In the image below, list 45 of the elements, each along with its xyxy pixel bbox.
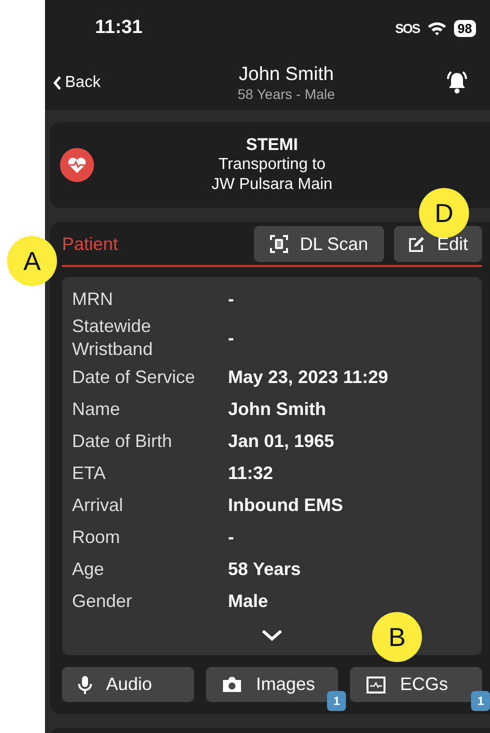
section-heading: Patient	[62, 234, 118, 254]
scan-button[interactable]: DL Scan	[254, 226, 384, 262]
edit-icon	[408, 236, 425, 252]
field-label: ETA	[72, 462, 107, 484]
field-label: Gender	[72, 590, 134, 612]
wifi-icon	[426, 20, 447, 36]
patient-summary: 58 Years - Male	[238, 86, 335, 102]
field-label: Room	[72, 526, 122, 548]
field-label: Name	[72, 398, 122, 420]
ecg-icon	[366, 676, 386, 694]
field-value: Male	[228, 590, 268, 612]
alert-line: Transporting to	[218, 155, 326, 175]
field-label: Date of Birth	[72, 430, 174, 452]
sos-indicator: SOS	[395, 20, 420, 36]
alert-line: JW Pulsara Main	[212, 175, 332, 195]
heart-monitor-icon	[60, 148, 94, 182]
field-label: Age	[72, 558, 106, 580]
field-label: Statewide Wristband	[72, 315, 154, 361]
field-value: Jan 01, 1965	[228, 430, 334, 452]
field-label: MRN	[72, 288, 114, 310]
battery-indicator: 98	[454, 20, 476, 36]
status-time: 11:31	[95, 17, 143, 39]
audio-button[interactable]: Audio	[62, 667, 194, 702]
count-badge: 1	[327, 691, 346, 711]
chevron-left-icon	[53, 76, 62, 90]
chevron-down-icon[interactable]	[261, 629, 283, 641]
bell-icon[interactable]	[444, 70, 470, 96]
microphone-icon	[78, 674, 92, 694]
back-button[interactable]: Back	[53, 74, 101, 92]
camera-icon	[222, 676, 242, 693]
field-value: -	[228, 328, 234, 348]
field-value: -	[228, 288, 234, 310]
field-value: May 23, 2023 11:29	[228, 366, 388, 388]
field-value: -	[228, 526, 234, 548]
count-badge: 1	[471, 691, 490, 711]
field-value: 11:32	[228, 462, 274, 484]
field-label: Arrival	[72, 494, 124, 516]
field-label: Date of Service	[72, 366, 196, 388]
field-value: 58 Years	[228, 558, 301, 580]
field-value: John Smith	[228, 398, 326, 420]
alert-title: STEMI	[246, 135, 298, 155]
field-value: Inbound EMS	[228, 494, 343, 516]
callout-marker: A	[7, 236, 57, 286]
scan-icon	[270, 235, 288, 253]
patient-name: John Smith	[238, 64, 334, 86]
